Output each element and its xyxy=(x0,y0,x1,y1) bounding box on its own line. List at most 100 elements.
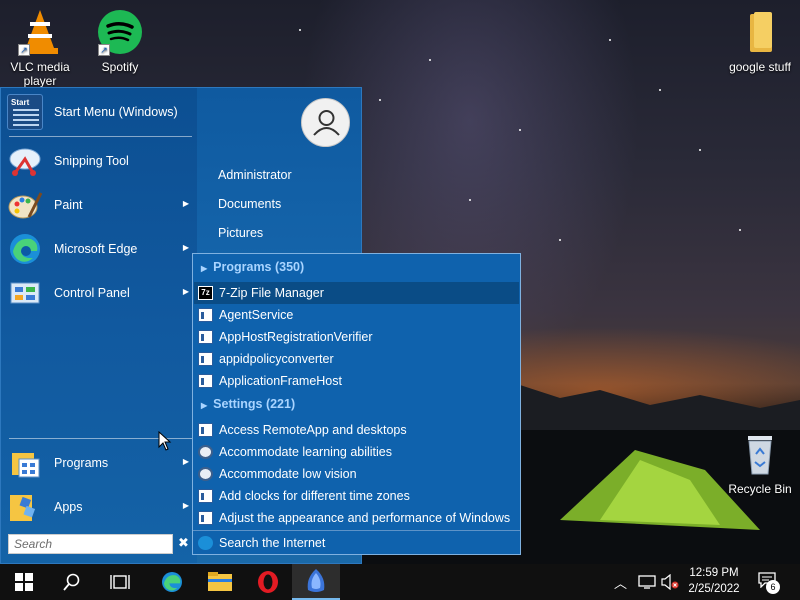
start-menu-icon: Start xyxy=(7,94,43,130)
menu-item-label: Start Menu (Windows) xyxy=(54,105,178,119)
chevron-right-icon: ▶ xyxy=(182,287,189,296)
menu-item-label: Microsoft Edge xyxy=(54,242,138,256)
settings-header-label: Settings (221) xyxy=(213,397,296,411)
chevron-right-icon: ▶ xyxy=(182,501,189,510)
result-label: AgentService xyxy=(219,308,294,322)
application-icon xyxy=(198,308,213,322)
right-link-administrator[interactable]: Administrator xyxy=(218,168,292,182)
result-label: ApplicationFrameHost xyxy=(219,374,342,388)
menu-item-microsoft-edge[interactable]: Microsoft Edge ▶ xyxy=(5,227,195,271)
shortcut-arrow-icon: ↗ xyxy=(18,44,30,56)
desktop-icon-vlc[interactable]: ↗ VLC media player xyxy=(2,8,78,88)
taskbar-open-shell[interactable] xyxy=(292,564,340,600)
result-agentservice[interactable]: AgentService xyxy=(194,304,519,326)
notification-count-badge: 6 xyxy=(766,580,780,594)
network-icon[interactable] xyxy=(638,575,656,589)
result-label: Search the Internet xyxy=(219,536,326,550)
search-results-panel: ▶ Programs (350) 7z 7-Zip File Manager Ag… xyxy=(192,253,521,555)
menu-item-label: Control Panel xyxy=(54,286,130,300)
volume-muted-icon[interactable] xyxy=(661,574,679,590)
task-view-button[interactable] xyxy=(96,564,144,600)
search-button[interactable] xyxy=(48,564,96,600)
result-accommodate-low-vision[interactable]: Accommodate low vision xyxy=(194,463,519,485)
result-label: Adjust the appearance and performance of… xyxy=(219,511,511,525)
clock-time[interactable]: 12:59 PM xyxy=(684,567,744,579)
ease-of-access-icon xyxy=(198,467,213,481)
expand-triangle-icon: ▶ xyxy=(201,264,208,273)
mouse-cursor-icon xyxy=(158,431,172,451)
result-label: Add clocks for different time zones xyxy=(219,489,410,503)
windows-logo-icon xyxy=(15,573,33,591)
result-search-internet[interactable]: Search the Internet xyxy=(194,532,519,554)
separator xyxy=(193,530,520,531)
menu-item-apps[interactable]: Apps ▶ xyxy=(5,485,195,529)
programs-header-label: Programs (350) xyxy=(213,260,305,274)
clock-date[interactable]: 2/25/2022 xyxy=(684,583,744,595)
recycle-bin-icon xyxy=(736,430,784,478)
result-apphostregistrationverifier[interactable]: AppHostRegistrationVerifier xyxy=(194,326,519,348)
menu-item-paint[interactable]: Paint ▶ xyxy=(5,183,195,227)
taskbar-opera[interactable] xyxy=(244,564,292,600)
taskbar-edge[interactable] xyxy=(148,564,196,600)
7zip-icon: 7z xyxy=(198,286,213,300)
application-icon xyxy=(198,352,213,366)
menu-item-snipping-tool[interactable]: Snipping Tool xyxy=(5,139,195,183)
application-icon xyxy=(198,330,213,344)
desktop-icon-google-stuff[interactable]: google stuff xyxy=(722,8,798,74)
menu-item-label: Apps xyxy=(54,500,83,514)
spotify-icon: ↗ xyxy=(96,8,144,56)
search-icon xyxy=(63,573,80,591)
menu-item-label: Paint xyxy=(54,198,83,212)
chevron-right-icon: ▶ xyxy=(182,457,189,466)
result-label: appidpolicyconverter xyxy=(219,352,334,366)
result-accommodate-learning[interactable]: Accommodate learning abilities xyxy=(194,441,519,463)
result-applicationframehost[interactable]: ApplicationFrameHost xyxy=(194,370,519,392)
desktop-icon-label: Recycle Bin xyxy=(728,482,792,496)
result-label: AppHostRegistrationVerifier xyxy=(219,330,373,344)
desktop-icon-label: Spotify xyxy=(101,60,139,74)
result-adjust-appearance[interactable]: Adjust the appearance and performance of… xyxy=(194,507,519,529)
control-panel-icon xyxy=(7,275,43,311)
desktop-icon-label: player xyxy=(23,74,57,88)
clock-icon xyxy=(198,489,213,503)
user-icon xyxy=(313,110,340,136)
menu-item-label: Programs xyxy=(54,456,109,470)
edge-icon xyxy=(7,231,43,267)
shortcut-arrow-icon: ↗ xyxy=(98,44,110,56)
open-shell-icon xyxy=(307,569,325,592)
taskbar: ︿ 12:59 PM 2/25/2022 6 xyxy=(0,564,800,600)
close-icon[interactable]: ✖ xyxy=(178,535,189,551)
result-7zip-file-manager[interactable]: 7z 7-Zip File Manager xyxy=(194,282,519,304)
taskbar-file-explorer[interactable] xyxy=(196,564,244,600)
start-button[interactable] xyxy=(0,564,48,600)
programs-header[interactable]: ▶ Programs (350) xyxy=(201,260,304,274)
desktop-icon-recycle-bin[interactable]: Recycle Bin xyxy=(722,430,798,496)
desktop-icon-label: VLC media xyxy=(10,60,70,74)
settings-header[interactable]: ▶ Settings (221) xyxy=(201,397,295,411)
search-input[interactable]: Search xyxy=(8,534,173,554)
task-view-icon xyxy=(110,575,130,589)
system-icon xyxy=(198,511,213,525)
desktop-icon-label: google stuff xyxy=(729,60,791,74)
result-access-remoteapp[interactable]: Access RemoteApp and desktops xyxy=(194,419,519,441)
chevron-up-icon[interactable]: ︿ xyxy=(614,573,627,592)
snipping-tool-icon xyxy=(7,143,43,179)
result-appidpolicyconverter[interactable]: appidpolicyconverter xyxy=(194,348,519,370)
start-menu-icon-text: Start xyxy=(11,98,30,107)
right-link-documents[interactable]: Documents xyxy=(218,197,281,211)
result-label: Access RemoteApp and desktops xyxy=(219,423,407,437)
edge-icon xyxy=(198,536,213,550)
result-label: 7-Zip File Manager xyxy=(219,286,324,300)
paint-icon xyxy=(7,187,43,223)
start-menu-left-pane: Start Start Menu (Windows) Snipping Tool xyxy=(1,88,197,563)
right-link-pictures[interactable]: Pictures xyxy=(218,226,263,240)
menu-item-control-panel[interactable]: Control Panel ▶ xyxy=(5,271,195,315)
programs-icon xyxy=(7,445,43,481)
desktop-icon-spotify[interactable]: ↗ Spotify xyxy=(82,8,158,74)
ease-of-access-icon xyxy=(198,445,213,459)
result-add-clocks[interactable]: Add clocks for different time zones xyxy=(194,485,519,507)
user-avatar[interactable] xyxy=(301,98,350,147)
result-label: Accommodate learning abilities xyxy=(219,445,393,459)
notification-center-button[interactable]: 6 xyxy=(758,572,780,594)
menu-item-start-menu-windows[interactable]: Start Start Menu (Windows) xyxy=(5,90,195,134)
